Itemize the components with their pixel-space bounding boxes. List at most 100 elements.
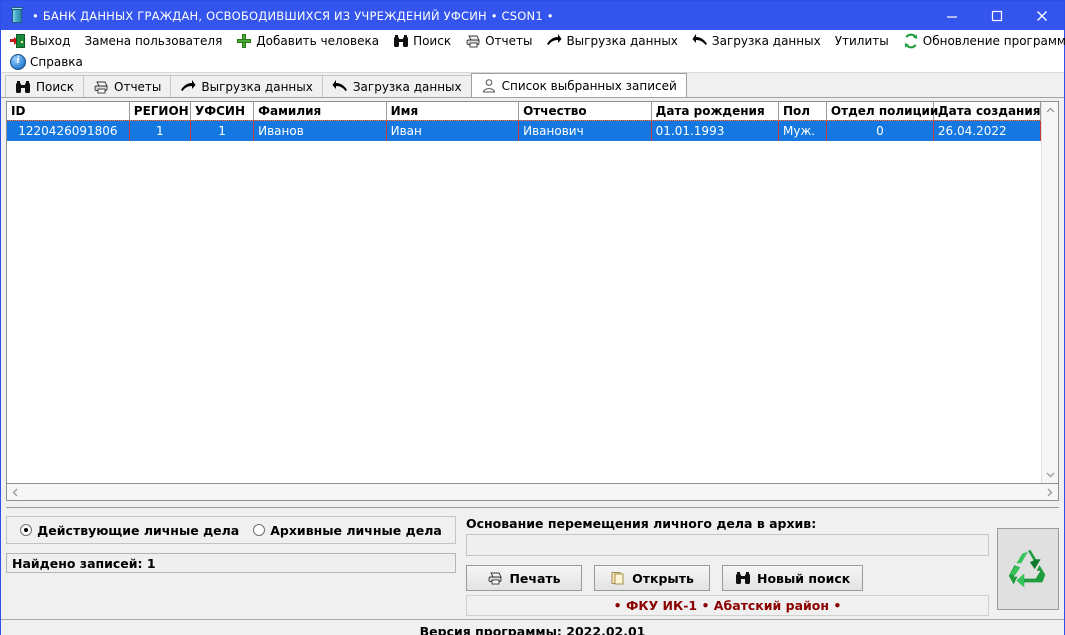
vertical-scrollbar[interactable]	[1041, 102, 1058, 483]
menu-item-reports[interactable]: Отчеты	[458, 31, 539, 51]
archive-reason-label: Основание перемещения личного дела в арх…	[466, 516, 817, 531]
bottom-left-panel: Действующие личные дела Архивные личные …	[6, 516, 456, 616]
chevron-up-icon[interactable]	[1042, 102, 1059, 119]
chevron-down-icon[interactable]	[1042, 466, 1059, 483]
menu-item-update-program[interactable]: Обновление программы	[896, 31, 1065, 51]
cell-police-dept: 0	[826, 120, 934, 141]
column-header-name[interactable]: Имя	[386, 102, 520, 121]
folder-open-icon	[610, 570, 626, 586]
database-can-icon	[6, 5, 28, 27]
archive-block: Основание перемещения личного дела в арх…	[466, 516, 989, 616]
cell-ufsin: 1	[190, 120, 255, 141]
printer-icon	[465, 33, 481, 49]
table-row[interactable]: 1220426091806 1 1 Иванов Иван Иванович 0…	[7, 119, 1041, 142]
exit-icon	[10, 33, 26, 49]
column-header-gender[interactable]: Пол	[778, 102, 827, 121]
recycle-icon	[1005, 546, 1051, 592]
menu-item-export-data[interactable]: Выгрузка данных	[539, 31, 684, 51]
radio-dot-icon	[20, 524, 33, 536]
window-controls	[929, 1, 1064, 30]
records-grid: ID РЕГИОН УФСИН Фамилия Имя Отчество Дат…	[6, 101, 1059, 484]
menu-label: Добавить человека	[256, 33, 380, 48]
menu-item-change-user[interactable]: Замена пользователя	[77, 31, 229, 51]
button-label: Печать	[509, 570, 561, 586]
arrow-left-icon	[692, 33, 708, 49]
column-header-patronymic[interactable]: Отчество	[518, 102, 652, 121]
column-header-created[interactable]: Дата создания	[933, 102, 1041, 121]
tab-strip: Поиск Отчеты Выгрузка данных Загрузка да…	[1, 73, 1064, 98]
tab-export-data[interactable]: Выгрузка данных	[170, 75, 323, 97]
arrow-right-icon	[546, 33, 562, 49]
records-table: ID РЕГИОН УФСИН Фамилия Имя Отчество Дат…	[7, 102, 1041, 142]
menu-item-add-person[interactable]: Добавить человека	[229, 31, 386, 51]
minimize-icon[interactable]	[929, 1, 974, 30]
open-button[interactable]: Открыть	[594, 565, 710, 591]
table-header-row: ID РЕГИОН УФСИН Фамилия Имя Отчество Дат…	[7, 102, 1041, 121]
menu-label: Замена пользователя	[84, 33, 223, 48]
tab-label: Отчеты	[114, 79, 162, 94]
column-header-surname[interactable]: Фамилия	[253, 102, 387, 121]
cell-created: 26.04.2022	[933, 120, 1041, 141]
menu-item-help[interactable]: Справка	[3, 52, 90, 72]
institution-banner: • ФКУ ИК-1 • Абатский район •	[466, 595, 989, 616]
refresh-icon	[903, 33, 919, 49]
tab-label: Поиск	[36, 79, 75, 94]
menu-row-1: Выход Замена пользователя Добавить челов…	[3, 30, 1065, 51]
menu-row-2: Справка	[3, 51, 1062, 72]
radio-archive-cases[interactable]: Архивные личные дела	[253, 523, 442, 538]
binoculars-icon	[15, 79, 31, 95]
menu-label: Выход	[30, 33, 71, 48]
column-header-id[interactable]: ID	[7, 102, 130, 121]
arrow-right-icon	[180, 79, 196, 95]
arrow-left-icon	[332, 79, 348, 95]
menu-bar: Выход Замена пользователя Добавить челов…	[1, 30, 1065, 73]
cell-region: 1	[129, 120, 191, 141]
printer-icon	[93, 79, 109, 95]
menu-label: Поиск	[413, 33, 452, 48]
binoculars-icon	[393, 33, 409, 49]
menu-item-exit[interactable]: Выход	[3, 31, 77, 51]
menu-label: Выгрузка данных	[566, 33, 678, 48]
bottom-panel: Действующие личные дела Архивные личные …	[6, 507, 1059, 616]
maximize-icon[interactable]	[974, 1, 1019, 30]
tab-label: Выгрузка данных	[201, 79, 313, 94]
menu-item-search[interactable]: Поиск	[386, 31, 458, 51]
print-button[interactable]: Печать	[466, 565, 582, 591]
new-search-button[interactable]: Новый поиск	[722, 565, 864, 591]
cell-patronymic: Иванович	[518, 120, 652, 141]
chevron-left-icon[interactable]	[7, 484, 24, 501]
close-icon[interactable]	[1019, 1, 1064, 30]
person-icon	[481, 78, 497, 94]
menu-label: Загрузка данных	[711, 33, 821, 48]
column-header-police-dept[interactable]: Отдел полиции	[826, 102, 938, 121]
button-label: Открыть	[632, 570, 694, 586]
title-bar: • БАНК ДАННЫХ ГРАЖДАН, ОСВОБОДИВШИХСЯ ИЗ…	[1, 1, 1064, 30]
grid-empty-area	[7, 140, 1041, 483]
tab-import-data[interactable]: Загрузка данных	[321, 75, 472, 97]
tab-reports[interactable]: Отчеты	[83, 75, 172, 97]
tab-selected-records[interactable]: Список выбранных записей	[470, 73, 687, 97]
menu-item-utilities[interactable]: Утилиты	[828, 31, 896, 51]
column-header-ufsin[interactable]: УФСИН	[190, 102, 255, 121]
radio-label: Архивные личные дела	[270, 522, 442, 538]
action-buttons-row: Печать Открыть Новый поиск	[466, 565, 989, 591]
plus-icon	[236, 33, 252, 49]
printer-icon	[487, 570, 503, 586]
menu-label: Обновление программы	[922, 33, 1065, 48]
recycle-button[interactable]	[997, 528, 1059, 610]
horizontal-scrollbar[interactable]	[6, 484, 1059, 501]
radio-dot-icon	[253, 524, 266, 536]
tab-label: Загрузка данных	[352, 79, 462, 94]
column-header-birthdate[interactable]: Дата рождения	[651, 102, 780, 121]
tab-search[interactable]: Поиск	[5, 75, 85, 97]
menu-label: Справка	[30, 54, 83, 69]
menu-item-import-data[interactable]: Загрузка данных	[685, 31, 828, 51]
window-title: • БАНК ДАННЫХ ГРАЖДАН, ОСВОБОДИВШИХСЯ ИЗ…	[32, 8, 554, 23]
chevron-right-icon[interactable]	[1041, 484, 1058, 501]
cell-id: 1220426091806	[7, 120, 130, 141]
column-header-region[interactable]: РЕГИОН	[129, 102, 191, 121]
radio-active-cases[interactable]: Действующие личные дела	[20, 523, 239, 538]
archive-reason-input[interactable]	[466, 534, 989, 556]
cell-gender: Муж.	[778, 120, 827, 141]
status-bar: Версия программы: 2022.02.01	[1, 619, 1064, 635]
